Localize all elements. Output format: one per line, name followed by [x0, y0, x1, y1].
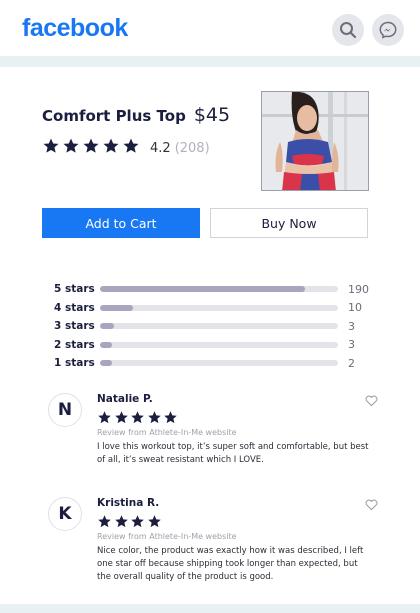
product-rating: 4.2 (208) [42, 137, 210, 159]
star-icon [114, 411, 128, 424]
product-stars [42, 137, 142, 159]
review-text: I love this workout top, it’s super soft… [97, 442, 369, 465]
star-icon [123, 138, 139, 153]
heart-icon[interactable] [365, 395, 378, 407]
review-source: Review from Athlete-In-Me website [97, 532, 237, 541]
review-body: Kristina R. Review from Athlete-In-Me we… [97, 497, 369, 584]
star-icon [147, 411, 161, 424]
rating-bar-track [100, 286, 338, 293]
rating-breakdown: 5 stars 190 4 stars 10 3 stars 3 2 stars… [54, 280, 384, 373]
rating-bar-label: 1 stars [54, 357, 95, 370]
footer-divider [0, 604, 420, 613]
review-stars [97, 514, 369, 529]
product-photo[interactable] [261, 91, 369, 191]
star-icon [114, 515, 128, 528]
star-icon [43, 138, 59, 153]
messenger-icon [379, 21, 397, 39]
top-bar: facebook [0, 0, 420, 56]
star-icon [103, 138, 119, 153]
messenger-button[interactable] [372, 14, 404, 46]
product-price: $45 [193, 104, 231, 126]
rating-bar-fill [100, 286, 305, 293]
star-icon [147, 515, 161, 528]
avatar[interactable]: N [48, 393, 82, 427]
rating-bar-fill [100, 360, 112, 367]
rating-bar-count: 190 [348, 282, 369, 296]
star-icon [63, 138, 79, 153]
product-heading: Comfort Plus Top $45 [42, 104, 230, 126]
rating-bar-count: 10 [348, 301, 362, 315]
rating-bar-label: 3 stars [54, 320, 95, 333]
star-icon [131, 411, 144, 424]
rating-bar-row: 3 stars 3 [54, 317, 384, 336]
product-photo-illustration [262, 92, 368, 190]
add-to-cart-button[interactable]: Add to Cart [42, 208, 200, 238]
rating-value: 4.2 [150, 140, 171, 156]
facebook-logo[interactable]: facebook [22, 14, 128, 43]
rating-bar-row: 4 stars 10 [54, 299, 384, 318]
review-card: N Natalie P. Review from Athlete-In-Me w… [48, 393, 378, 473]
rating-bar-fill [100, 304, 134, 311]
rating-bar-row: 5 stars 190 [54, 280, 384, 299]
rating-bar-label: 4 stars [54, 301, 95, 314]
reviewer-name[interactable]: Kristina R. [97, 497, 369, 509]
rating-bar-track [100, 323, 338, 330]
review-text: Nice color, the product was exactly how … [97, 546, 364, 582]
rating-bar-count: 3 [348, 319, 355, 333]
review-source: Review from Athlete-In-Me website [97, 428, 237, 437]
heart-icon[interactable] [365, 499, 378, 511]
star-icon [164, 411, 177, 424]
star-icon [83, 138, 99, 153]
star-icon [98, 515, 111, 528]
star-icon [131, 515, 144, 528]
header-divider [0, 56, 420, 67]
rating-bar-track [100, 304, 338, 311]
rating-bar-label: 2 stars [54, 338, 95, 351]
rating-count[interactable]: (208) [175, 141, 210, 156]
avatar[interactable]: K [48, 497, 82, 531]
rating-bar-row: 1 stars 2 [54, 354, 384, 373]
rating-bar-track [100, 360, 338, 367]
star-icon [98, 411, 111, 424]
review-body: Natalie P. Review from Athlete-In-Me web… [97, 393, 369, 467]
rating-bar-count: 3 [348, 338, 355, 352]
rating-bar-fill [100, 341, 112, 348]
rating-bar-label: 5 stars [54, 283, 95, 296]
search-button[interactable] [332, 14, 364, 46]
rating-bar-fill [100, 323, 115, 330]
buy-now-button[interactable]: Buy Now [210, 208, 368, 238]
product-title: Comfort Plus Top [42, 107, 186, 125]
reviewer-name[interactable]: Natalie P. [97, 393, 369, 405]
rating-bar-count: 2 [348, 356, 355, 370]
review-card: K Kristina R. Review from Athlete-In-Me … [48, 497, 378, 592]
rating-bar-row: 2 stars 3 [54, 336, 384, 355]
review-stars [97, 410, 369, 425]
rating-bar-track [100, 341, 338, 348]
search-icon [340, 22, 357, 39]
